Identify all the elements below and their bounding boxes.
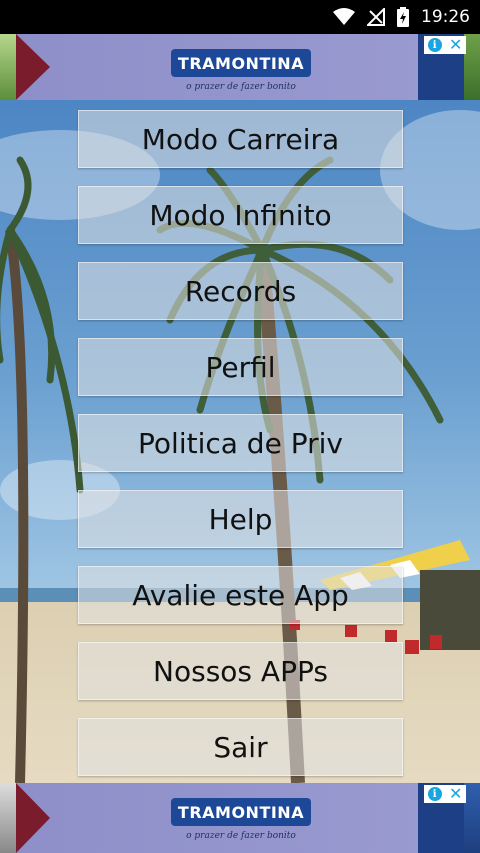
menu-button-modo-carreira[interactable]: Modo Carreira	[78, 110, 403, 168]
main-menu: Modo Carreira Modo Infinito Records Perf…	[78, 110, 403, 794]
ad-brand-logo: TRAMONTINA	[171, 798, 311, 826]
ad-triangle-graphic	[16, 34, 50, 100]
ad-banner-top[interactable]: TRAMONTINA o prazer de fazer bonito i ✕	[0, 34, 480, 100]
menu-button-politica-privacidade[interactable]: Politica de Priv	[78, 414, 403, 472]
battery-charging-icon	[397, 7, 409, 27]
menu-button-nossos-apps[interactable]: Nossos APPs	[78, 642, 403, 700]
menu-button-avalie-app[interactable]: Avalie este App	[78, 566, 403, 624]
ad-info-icon[interactable]: i	[427, 38, 442, 52]
ad-right-strip	[464, 34, 480, 100]
ad-controls: i ✕	[424, 785, 466, 803]
ad-controls: i ✕	[424, 36, 466, 54]
ad-right-strip	[464, 783, 480, 853]
ad-brand-logo: TRAMONTINA	[171, 49, 311, 77]
ad-close-icon[interactable]: ✕	[449, 37, 462, 53]
status-bar: 19:26	[0, 0, 480, 34]
menu-button-modo-infinito[interactable]: Modo Infinito	[78, 186, 403, 244]
ad-tagline: o prazer de fazer bonito	[186, 82, 296, 92]
menu-button-sair[interactable]: Sair	[78, 718, 403, 776]
menu-button-help[interactable]: Help	[78, 490, 403, 548]
ad-left-strip	[0, 783, 16, 853]
ad-close-icon[interactable]: ✕	[449, 786, 462, 802]
menu-button-perfil[interactable]: Perfil	[78, 338, 403, 396]
ad-triangle-graphic	[16, 783, 50, 853]
ad-left-strip	[0, 34, 16, 100]
ad-tagline: o prazer de fazer bonito	[186, 831, 296, 841]
wifi-icon	[333, 8, 355, 26]
menu-button-records[interactable]: Records	[78, 262, 403, 320]
ad-banner-bottom[interactable]: TRAMONTINA o prazer de fazer bonito i ✕	[0, 783, 480, 853]
ad-info-icon[interactable]: i	[427, 787, 442, 801]
signal-off-icon	[367, 8, 385, 26]
clock: 19:26	[421, 7, 470, 27]
